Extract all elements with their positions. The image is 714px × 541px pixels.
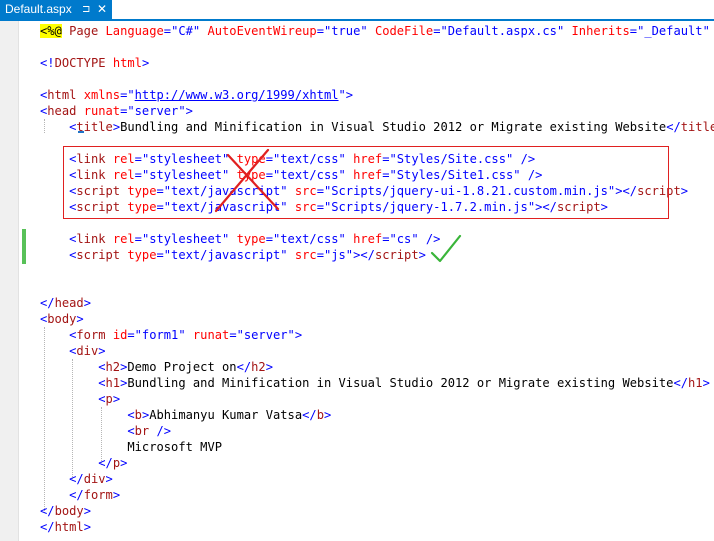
annotation-overlay [214,148,462,263]
green-check-mark-icon [430,234,462,263]
red-x-mark-icon [214,148,280,213]
